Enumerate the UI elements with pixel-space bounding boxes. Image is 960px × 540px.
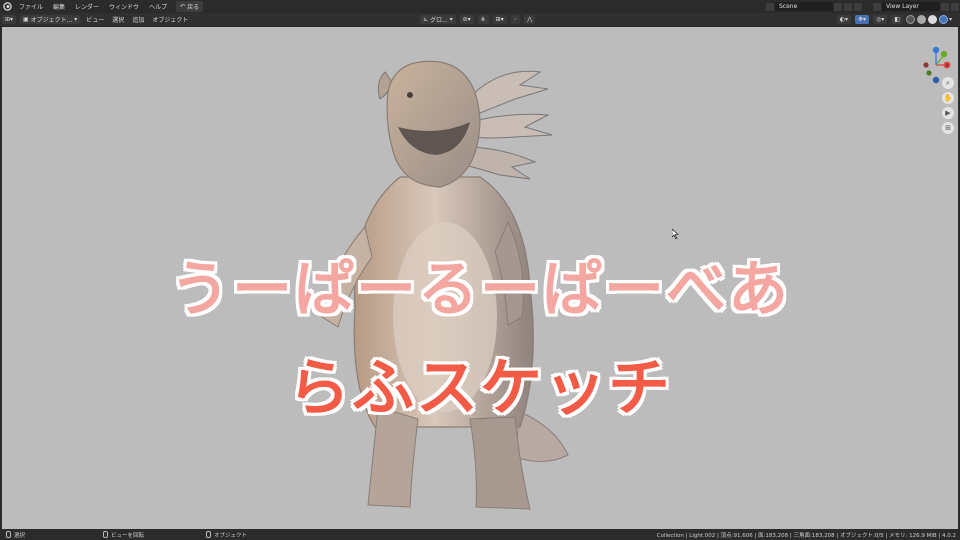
camera-icon[interactable]: ▶ xyxy=(942,107,954,119)
mouse-left-icon xyxy=(6,531,11,538)
undo-button[interactable]: ↶ 戻る xyxy=(176,1,204,12)
snap-toggle[interactable]: ⋔ xyxy=(477,15,489,24)
view-layer-field[interactable]: View Layer xyxy=(882,2,940,11)
axis-neg-z-handle[interactable] xyxy=(932,76,940,84)
copy-layer-icon[interactable] xyxy=(941,2,949,11)
falloff-select[interactable]: ⋀ xyxy=(524,15,536,24)
menu-window[interactable]: ウィンドウ xyxy=(104,2,144,11)
menu-object[interactable]: オブジェクト xyxy=(148,15,192,24)
axis-x-label: X xyxy=(945,63,948,69)
orientation-label: グロ... xyxy=(429,17,448,24)
status-rotate-label: ビューを回転 xyxy=(111,532,145,539)
axis-y-handle[interactable] xyxy=(940,50,948,58)
status-bar: 選択 ビューを回転 オブジェクト Collection | Light.002 … xyxy=(0,529,960,540)
axis-neg-y-handle[interactable] xyxy=(926,70,932,76)
scene-statistics: Collection | Light.002 | 頂点:91,606 | 面:1… xyxy=(656,532,956,539)
status-object: オブジェクト xyxy=(206,531,247,539)
overlay-icon: ◎▾ xyxy=(876,16,885,23)
xray-toggle[interactable]: ◧ xyxy=(891,15,903,24)
snap-grid-icon: ⊞▾ xyxy=(495,16,504,23)
magnet-icon: ⋔ xyxy=(480,16,486,23)
gizmo-toggle[interactable]: ✥▾ xyxy=(855,15,870,24)
menu-view[interactable]: ビュー xyxy=(82,15,108,24)
scene-name: Scene xyxy=(779,3,798,10)
menu-add[interactable]: 追加 xyxy=(128,15,148,24)
topbar-right: Scene View Layer xyxy=(765,0,960,13)
menu-file[interactable]: ファイル xyxy=(14,2,48,11)
status-select-label: 選択 xyxy=(14,532,26,539)
proportional-icon: ◦ xyxy=(513,16,518,23)
solid-shading-icon[interactable] xyxy=(916,15,926,24)
pivot-icon: ⊘▾ xyxy=(462,16,471,23)
status-object-label: オブジェクト xyxy=(214,532,248,539)
status-select: 選択 xyxy=(6,531,25,539)
chevron-down-icon: ▾ xyxy=(447,16,453,23)
pan-hand-icon[interactable]: ✋ xyxy=(942,92,954,104)
status-rotate: ビューを回転 xyxy=(103,531,144,539)
chevron-down-icon[interactable]: ▾ xyxy=(949,16,952,23)
pin-icon[interactable] xyxy=(834,2,842,11)
mouse-cursor-icon xyxy=(672,229,679,239)
transform-tools: ⊾ グロ... ▾ ⊘▾ ⋔ ⊞▾ ◦ ⋀ xyxy=(418,15,537,24)
close-scene-icon[interactable] xyxy=(854,2,862,11)
copy-scene-icon[interactable] xyxy=(844,2,852,11)
wireframe-shading-icon[interactable] xyxy=(905,15,915,24)
eye-icon: ◐▾ xyxy=(839,16,849,23)
scene-field[interactable]: Scene xyxy=(775,2,833,11)
chevron-down-icon: ▾ xyxy=(72,16,78,23)
editor-type-button[interactable]: ⊞▾ xyxy=(2,15,17,24)
menu-select[interactable]: 選択 xyxy=(108,15,128,24)
shading-tools: ◐▾ ✥▾ ◎▾ ◧ ▾ xyxy=(835,15,952,24)
material-shading-icon[interactable] xyxy=(927,15,937,24)
title-line-1: うーぱーるーぱーべあ xyxy=(170,255,790,325)
pivot-select[interactable]: ⊘▾ xyxy=(459,15,474,24)
view-layer-icon[interactable] xyxy=(873,2,881,11)
overlay-toggle[interactable]: ◎▾ xyxy=(873,15,888,24)
viewport-header: ⊞▾ ▣ オブジェクト... ▾ ビュー 選択 追加 オブジェクト ⊾ グロ..… xyxy=(0,13,960,27)
editor-type-icon: ⊞▾ xyxy=(5,16,14,23)
scene-icon[interactable] xyxy=(766,2,774,11)
mode-label: オブジェクト... xyxy=(30,17,73,24)
mode-icon: ▣ xyxy=(23,16,31,23)
rendered-shading-icon[interactable] xyxy=(938,15,948,24)
mode-select[interactable]: ▣ オブジェクト... ▾ xyxy=(20,15,81,24)
3d-viewport[interactable]: うーぱーるーぱーべあ らふスケッチ X ⌕ ✋ ▶ ⊞ xyxy=(0,27,960,529)
mouse-middle-icon xyxy=(103,531,109,538)
gizmo-icon: ✥▾ xyxy=(858,16,867,23)
menu-edit[interactable]: 編集 xyxy=(48,2,70,11)
falloff-icon: ⋀ xyxy=(527,16,533,23)
axis-z-handle[interactable] xyxy=(932,46,940,54)
title-line-2: らふスケッチ xyxy=(287,351,672,424)
menu-render[interactable]: レンダー xyxy=(70,2,104,11)
axis-neg-x-handle[interactable] xyxy=(923,62,929,68)
orientation-select[interactable]: ⊾ グロ... ▾ xyxy=(420,15,456,24)
top-menu-bar: ファイル 編集 レンダー ウィンドウ ヘルプ ↶ 戻る Scene View L… xyxy=(0,0,960,13)
mouse-right-icon xyxy=(206,531,212,538)
proportional-edit-toggle[interactable]: ◦ xyxy=(510,15,521,24)
grid-view-icon[interactable]: ⊞ xyxy=(942,122,954,134)
menu-help[interactable]: ヘルプ xyxy=(144,2,172,11)
undo-icon: ↶ xyxy=(180,3,186,10)
navigation-buttons: ⌕ ✋ ▶ ⊞ xyxy=(942,77,954,134)
zoom-icon[interactable]: ⌕ xyxy=(942,77,954,89)
visibility-select[interactable]: ◐▾ xyxy=(836,15,852,24)
blender-logo-icon[interactable] xyxy=(0,0,14,13)
close-layer-icon[interactable] xyxy=(951,2,959,11)
view-layer-name: View Layer xyxy=(886,3,919,10)
xray-icon: ◧ xyxy=(894,16,900,23)
orientation-icon: ⊾ xyxy=(423,16,430,23)
snap-target-select[interactable]: ⊞▾ xyxy=(492,15,507,24)
undo-label: 戻る xyxy=(187,4,200,11)
